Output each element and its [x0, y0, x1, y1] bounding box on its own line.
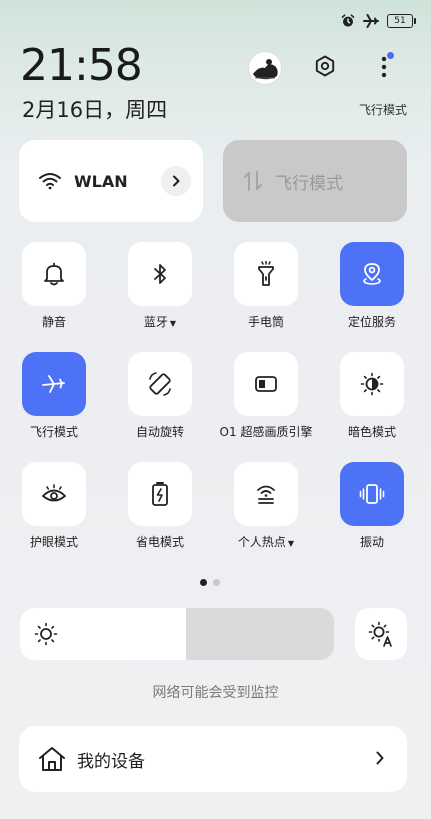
tile-location[interactable] — [340, 242, 404, 306]
vibrate-icon — [359, 484, 385, 504]
alarm-icon — [341, 14, 355, 27]
wlan-label: WLAN — [74, 171, 128, 191]
tile-location-label: 定位服务 — [347, 315, 396, 329]
my-devices-card[interactable]: 我的设备 — [19, 726, 407, 792]
airplane-icon — [42, 375, 65, 393]
tile-dark-mode[interactable] — [340, 352, 404, 416]
clock: 21:58 — [20, 40, 143, 91]
tile-hotspot-label[interactable]: 个人热点 ▼ — [218, 534, 314, 552]
airplane-mode-status: 飞行模式 — [358, 103, 407, 117]
tile-vibrate[interactable] — [340, 462, 404, 526]
dropdown-caret-icon: ▼ — [169, 319, 177, 328]
my-devices-label: 我的设备 — [77, 751, 145, 772]
battery-icon: 51 — [387, 14, 416, 28]
location-icon — [363, 263, 381, 285]
bluetooth-icon — [154, 264, 166, 284]
tile-dark-mode-label: 暗色模式 — [347, 425, 396, 439]
page-indicator[interactable] — [200, 579, 220, 586]
rotate-icon — [149, 372, 171, 396]
tile-flashlight-label: 手电筒 — [247, 315, 284, 329]
battery-saver-icon — [152, 482, 168, 506]
tile-bluetooth-label[interactable]: 蓝牙 ▼ — [112, 314, 208, 332]
airplane-icon — [363, 14, 379, 28]
tile-display-engine[interactable] — [234, 352, 298, 416]
tile-flashlight[interactable] — [234, 242, 298, 306]
page-dot-active[interactable] — [200, 579, 207, 586]
status-bar: 51 — [341, 10, 416, 32]
auto-brightness-icon — [368, 621, 392, 647]
brightness-slider[interactable] — [20, 608, 334, 660]
tile-hotspot[interactable] — [234, 462, 298, 526]
tile-battery-saver-label: 省电模式 — [135, 535, 184, 549]
data-arrows-icon — [244, 171, 262, 191]
gear-icon — [315, 55, 335, 77]
wifi-icon — [39, 173, 61, 190]
flashlight-icon — [258, 261, 274, 286]
avatar[interactable] — [248, 51, 282, 85]
tile-mute-label: 静音 — [41, 315, 66, 329]
more-button[interactable] — [372, 52, 396, 82]
tile-auto-rotate-label: 自动旋转 — [135, 425, 184, 439]
chevron-right-icon — [376, 751, 384, 765]
page-dot[interactable] — [213, 579, 220, 586]
home-icon — [39, 747, 65, 771]
dark-mode-icon — [360, 372, 384, 396]
settings-button[interactable] — [311, 52, 339, 80]
tile-auto-rotate[interactable] — [128, 352, 192, 416]
tile-eye-comfort-label: 护眼模式 — [29, 535, 78, 549]
sun-icon — [34, 622, 58, 646]
mobile-data-tile[interactable]: 飞行模式 — [223, 140, 407, 222]
tile-eye-comfort[interactable] — [22, 462, 86, 526]
battery-level: 51 — [394, 16, 406, 26]
tile-mute[interactable] — [22, 242, 86, 306]
eye-icon — [42, 484, 66, 502]
display-engine-icon — [255, 376, 277, 392]
more-vertical-icon — [381, 56, 387, 78]
bell-icon — [44, 262, 64, 286]
notification-badge — [387, 52, 394, 59]
tile-battery-saver[interactable] — [128, 462, 192, 526]
tile-bluetooth[interactable] — [128, 242, 192, 306]
auto-brightness-button[interactable] — [355, 608, 407, 660]
tile-airplane-label: 飞行模式 — [29, 425, 78, 439]
wlan-tile[interactable]: WLAN — [19, 140, 203, 222]
wlan-details-button[interactable] — [161, 166, 191, 196]
date: 2月16日，周四 — [22, 98, 168, 122]
tile-display-engine-label: O1 超感画质引擎 — [219, 425, 313, 439]
tile-airplane[interactable] — [22, 352, 86, 416]
chevron-right-icon — [173, 175, 180, 187]
dropdown-caret-icon: ▼ — [287, 539, 295, 548]
tile-vibrate-label: 振动 — [359, 535, 384, 549]
hotspot-icon — [257, 485, 275, 504]
mobile-data-label: 飞行模式 — [275, 173, 343, 194]
network-monitoring-notice: 网络可能会受到监控 — [152, 685, 279, 701]
